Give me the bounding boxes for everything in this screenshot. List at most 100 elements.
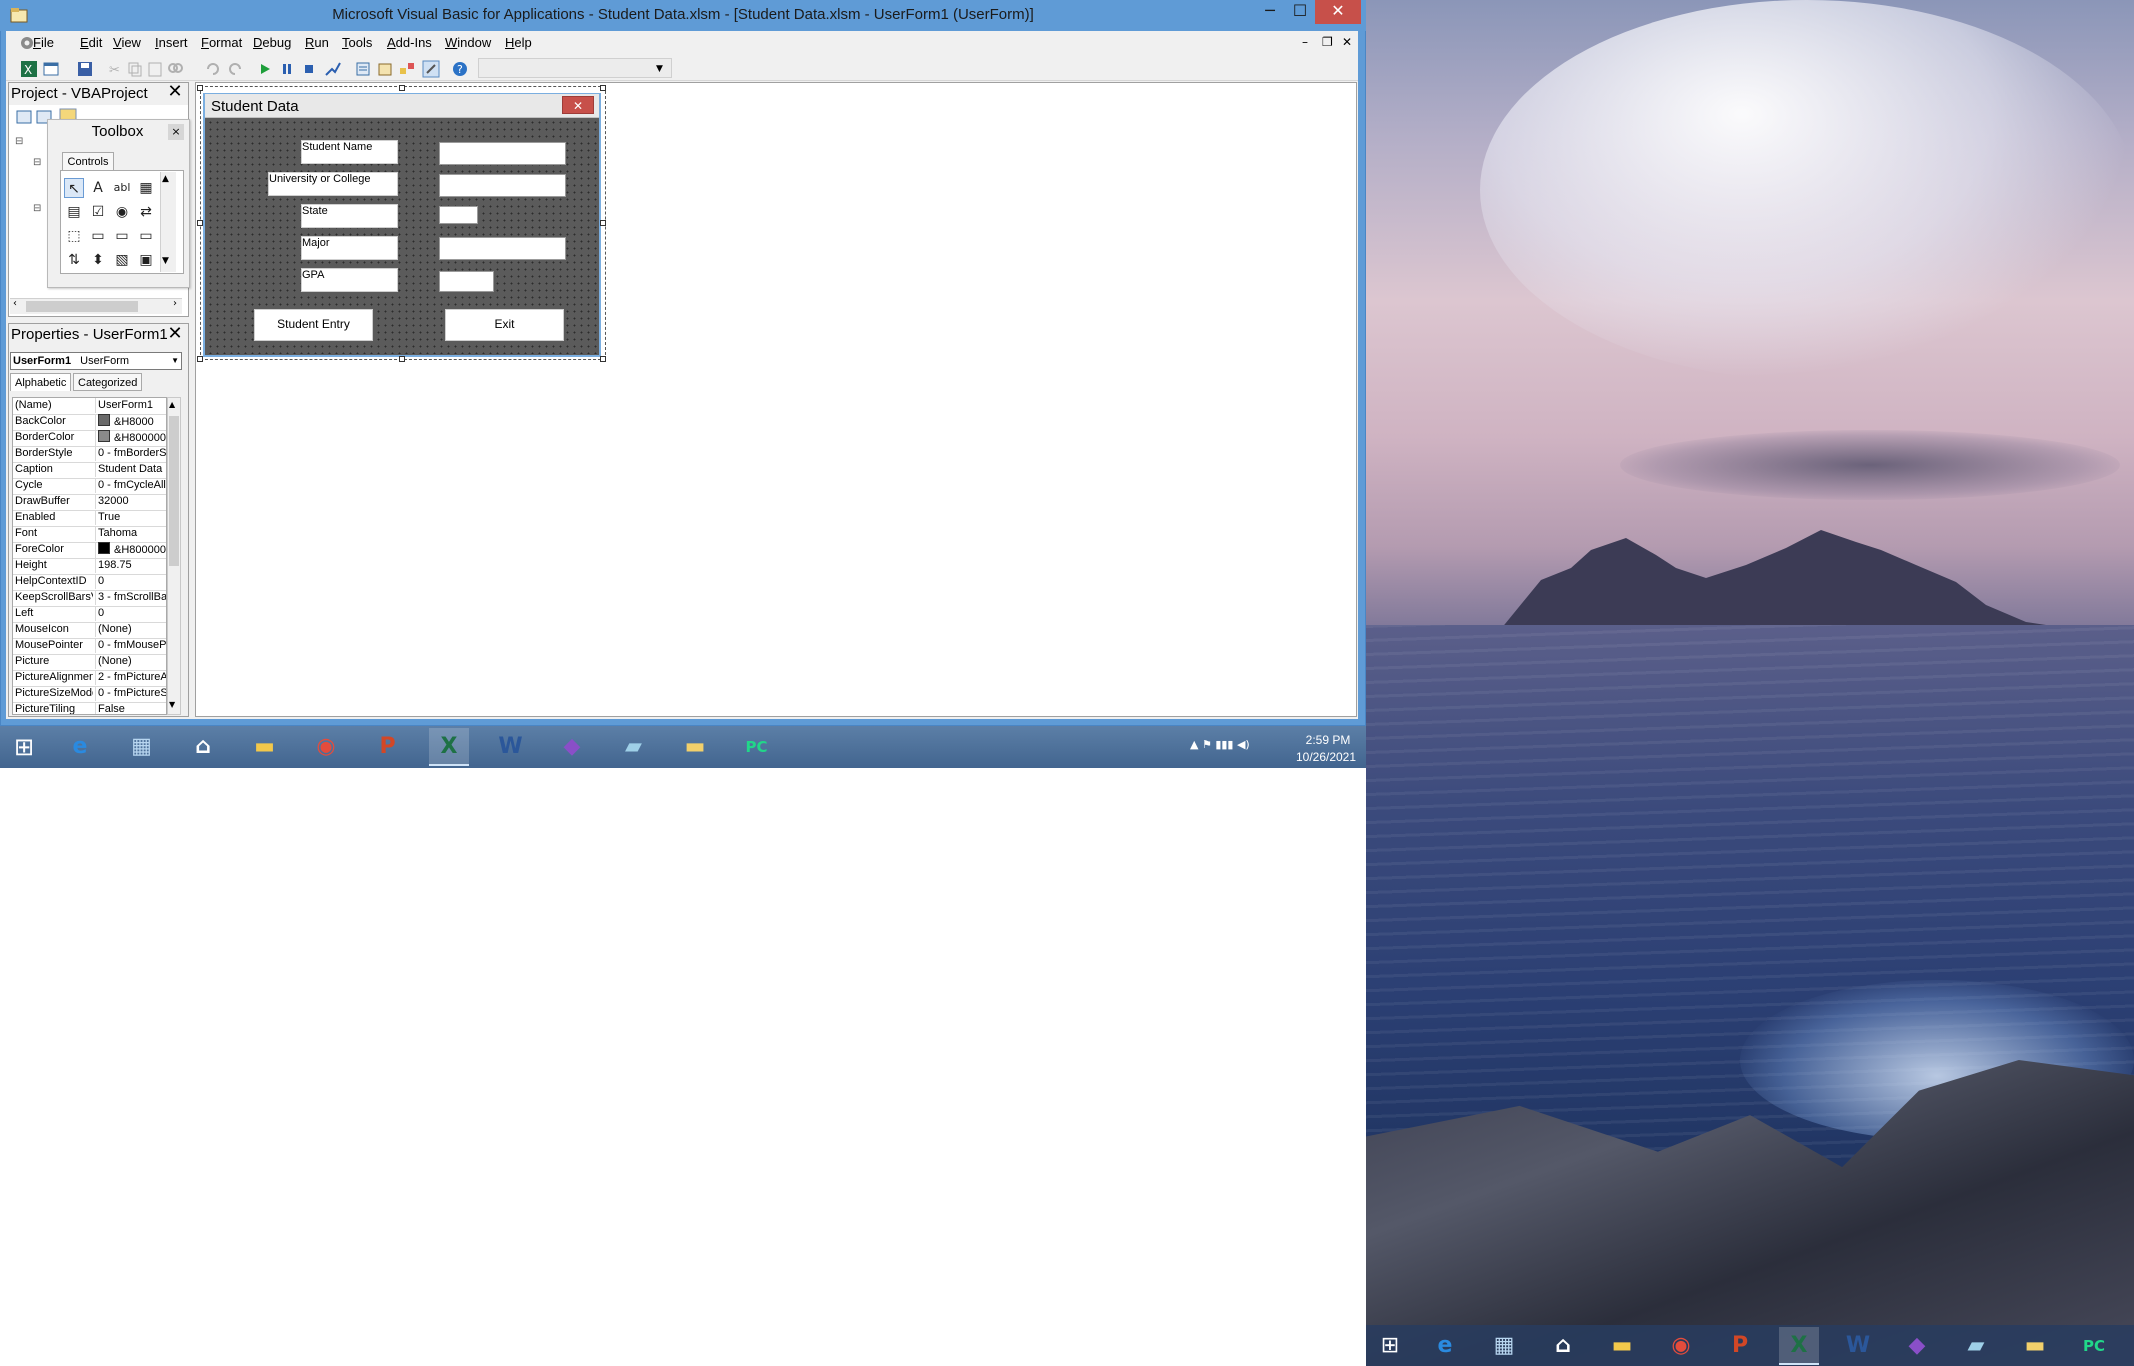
property-value[interactable]: 0 - fmMousePo [95, 638, 166, 653]
resize-handle[interactable] [600, 356, 606, 362]
textbox-state[interactable] [439, 206, 478, 224]
property-row[interactable]: Enabled True [13, 510, 166, 527]
property-value[interactable]: 0 [95, 606, 166, 621]
property-row[interactable]: Font Tahoma [13, 526, 166, 543]
label-university[interactable]: University or College [268, 172, 398, 196]
break-icon[interactable] [278, 60, 296, 78]
textbox-gpa[interactable] [439, 271, 494, 292]
label-gpa[interactable]: GPA [301, 268, 398, 292]
design-mode-icon[interactable] [324, 60, 342, 78]
property-value[interactable]: Tahoma [95, 526, 166, 541]
word-icon[interactable]: W [491, 728, 531, 766]
property-value[interactable]: 0 - fmBorderSt [95, 446, 166, 461]
tab-alphabetic[interactable]: Alphabetic [10, 373, 72, 391]
chrome-icon[interactable]: ◉ [306, 728, 346, 766]
scroll-up-icon[interactable]: ▲ [169, 400, 175, 409]
menu-run[interactable]: Run [305, 35, 329, 50]
scroll-down-icon[interactable]: ▼ [162, 256, 169, 266]
folder-icon[interactable]: ▬ [2015, 1327, 2055, 1365]
toolbox-tool-icon[interactable]: ⬍ [88, 250, 108, 270]
cut-icon[interactable]: ✂ [106, 60, 124, 78]
resize-handle[interactable] [399, 356, 405, 362]
properties-object-select[interactable]: UserForm1 UserForm ▼ [10, 352, 182, 370]
userform-close-icon[interactable]: ✕ [562, 96, 594, 114]
property-row[interactable]: Caption Student Data [13, 462, 166, 479]
exit-button[interactable]: Exit [445, 309, 564, 341]
property-row[interactable]: Left 0 [13, 606, 166, 623]
menu-help[interactable]: Help [505, 35, 532, 50]
run-icon[interactable] [256, 60, 274, 78]
toolbox-icon[interactable] [422, 60, 440, 78]
toolbox-tool-icon[interactable]: A [88, 178, 108, 198]
toolbox-tool-icon[interactable]: ⇅ [64, 250, 84, 270]
student-entry-button[interactable]: Student Entry [254, 309, 373, 341]
project-explorer-icon[interactable] [354, 60, 372, 78]
property-row[interactable]: Height 198.75 [13, 558, 166, 575]
excel-icon[interactable]: X [429, 728, 469, 766]
start-button[interactable]: ⊞ [4, 728, 44, 766]
folder-icon[interactable]: ▬ [675, 728, 715, 766]
property-row[interactable]: HelpContextID 0 [13, 574, 166, 591]
powerpoint-icon[interactable]: P [368, 728, 408, 766]
internet-explorer-icon[interactable]: e [1425, 1327, 1465, 1365]
properties-vscroll-thumb[interactable] [169, 416, 179, 566]
toolbox-tool-icon[interactable]: ⬚ [64, 226, 84, 246]
copy-icon[interactable] [126, 60, 144, 78]
clock-time[interactable]: 2:59 PM [1296, 733, 1360, 747]
pycharm-icon[interactable]: PC [2074, 1327, 2114, 1365]
calculator-icon[interactable]: ▦ [1484, 1327, 1524, 1365]
menu-format[interactable]: Format [201, 35, 242, 50]
help-icon[interactable]: ? [451, 60, 469, 78]
label-student-name[interactable]: Student Name [301, 140, 398, 164]
home-icon[interactable]: ⌂ [1543, 1327, 1583, 1365]
property-value[interactable]: 32000 [95, 494, 166, 509]
toolbox-tool-icon[interactable]: ↖ [64, 178, 84, 198]
property-row[interactable]: (Name) UserForm1 [13, 398, 166, 415]
toolbox-tool-icon[interactable]: abl [112, 178, 132, 198]
resize-handle[interactable] [600, 220, 606, 226]
toolbox-tool-icon[interactable]: ▭ [136, 226, 156, 246]
visual-studio-icon[interactable]: ◆ [1897, 1327, 1937, 1365]
property-value[interactable]: 198.75 [95, 558, 166, 573]
excel-icon[interactable]: X [1779, 1327, 1819, 1365]
toolbox-tool-icon[interactable]: ▭ [112, 226, 132, 246]
property-row[interactable]: KeepScrollBarsV 3 - fmScrollBar [13, 590, 166, 607]
word-icon[interactable]: W [1838, 1327, 1878, 1365]
property-row[interactable]: BackColor &H8000 [13, 414, 166, 431]
tree-collapse-icon[interactable]: ⊟ [33, 157, 41, 168]
mdi-close-button[interactable]: ✕ [1342, 35, 1352, 49]
property-row[interactable]: PictureAlignmen 2 - fmPictureAl [13, 670, 166, 687]
toolbox-tool-icon[interactable]: ▧ [112, 250, 132, 270]
insert-userform-icon[interactable] [42, 60, 60, 78]
menu-edit[interactable]: Edit [80, 35, 102, 50]
project-hscroll-thumb[interactable] [26, 301, 138, 312]
property-value[interactable]: (None) [95, 622, 166, 637]
menu-insert[interactable]: Insert [155, 35, 188, 50]
textbox-student-name[interactable] [439, 142, 566, 165]
property-row[interactable]: ForeColor &H800000 [13, 542, 166, 559]
resize-handle[interactable] [197, 85, 203, 91]
mdi-restore-button[interactable]: ❐ [1322, 35, 1333, 49]
property-value[interactable]: 0 - fmPictureSi [95, 686, 166, 701]
property-value[interactable]: 2 - fmPictureAl [95, 670, 166, 685]
toolbox-close-button[interactable]: × [168, 124, 184, 140]
property-value[interactable]: Student Data [95, 462, 166, 477]
scroll-left-icon[interactable]: ‹ [13, 298, 17, 309]
label-state[interactable]: State [301, 204, 398, 228]
tree-collapse-icon[interactable]: ⊟ [15, 136, 23, 147]
menu-tools[interactable]: Tools [342, 35, 372, 50]
toolbox-tool-icon[interactable]: ▤ [64, 202, 84, 222]
property-row[interactable]: PictureTiling False [13, 702, 166, 714]
toolbox-tool-icon[interactable]: ⇄ [136, 202, 156, 222]
resize-handle[interactable] [197, 356, 203, 362]
property-value[interactable]: (None) [95, 654, 166, 669]
reset-icon[interactable] [300, 60, 318, 78]
toolbox-tool-icon[interactable]: ▭ [88, 226, 108, 246]
property-row[interactable]: BorderColor &H800000 [13, 430, 166, 447]
resize-handle[interactable] [197, 220, 203, 226]
property-value[interactable]: &H8000 [95, 414, 166, 430]
clock-date[interactable]: 10/26/2021 [1290, 750, 1362, 764]
menu-file[interactable]: File [33, 35, 54, 50]
menu-addins[interactable]: Add-Ins [387, 35, 432, 50]
internet-explorer-icon[interactable]: e [60, 728, 100, 766]
